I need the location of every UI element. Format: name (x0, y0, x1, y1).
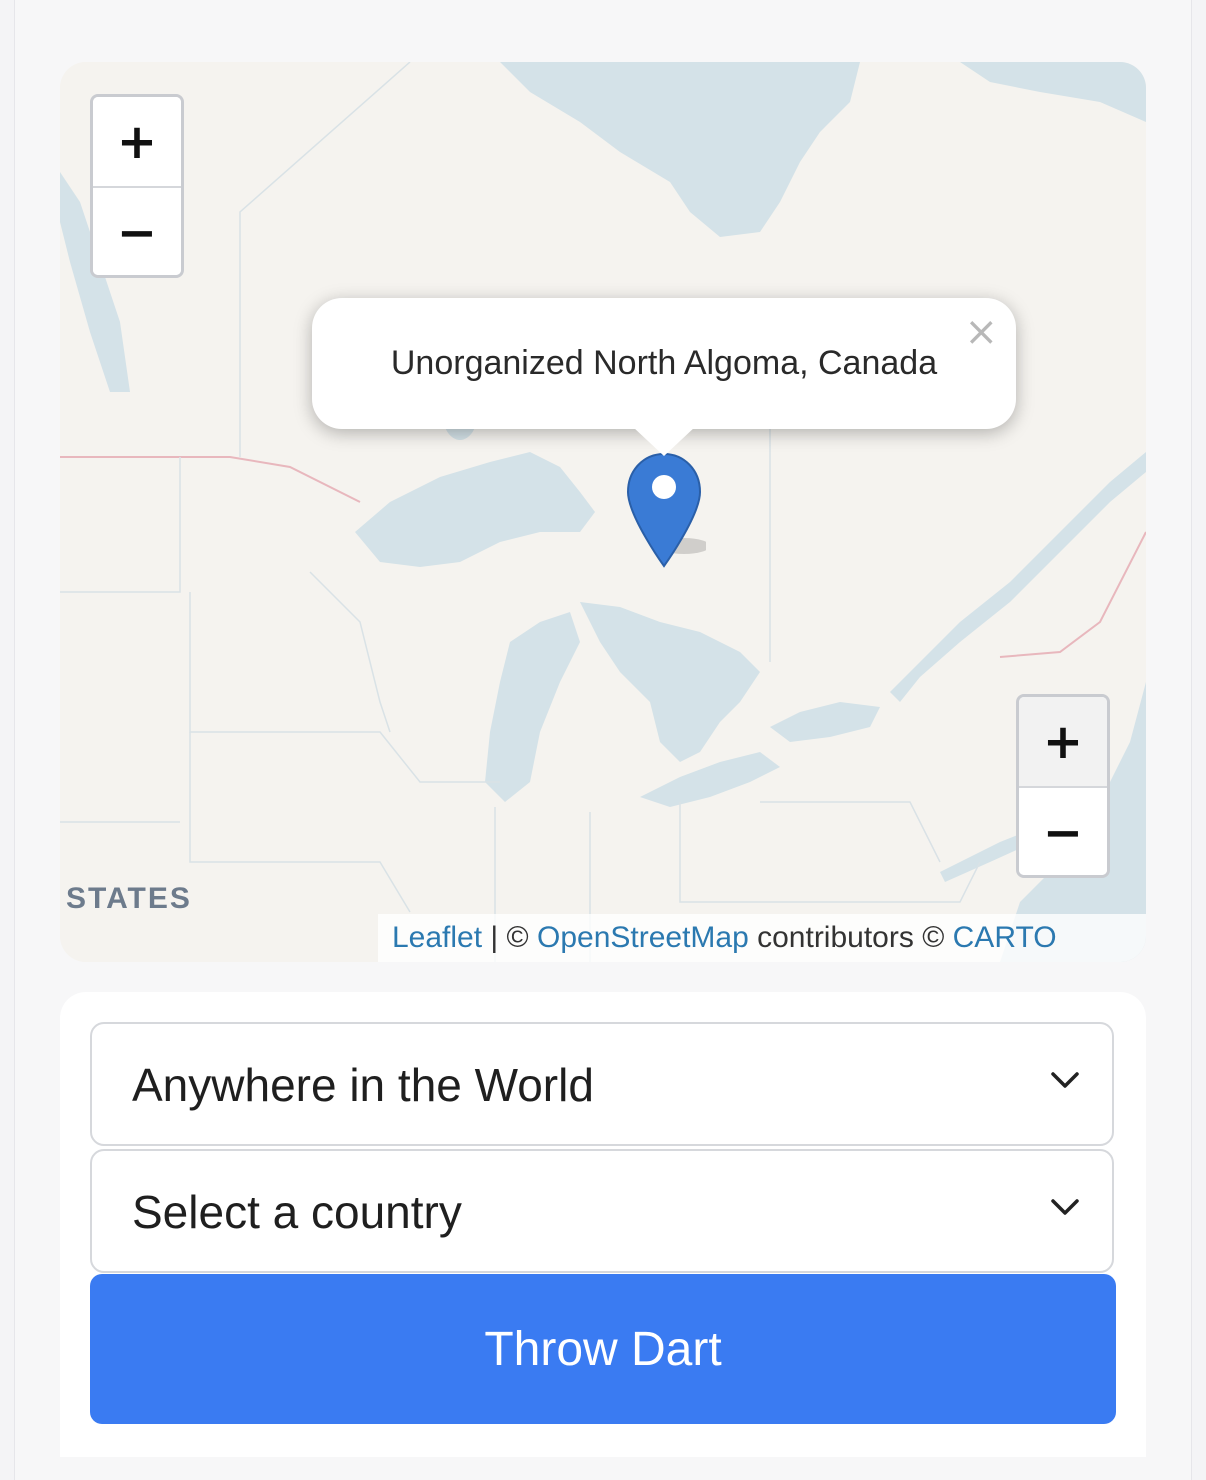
popup-location-text: Unorganized North Algoma, Canada (390, 344, 938, 382)
map-popup: Unorganized North Algoma, Canada × (312, 298, 1016, 456)
region-select-value: Anywhere in the World (132, 1059, 594, 1111)
attribution-separator: | © (482, 921, 537, 954)
leaflet-link[interactable]: Leaflet (392, 921, 482, 955)
zoom-control-top: + − (90, 94, 184, 278)
map-tiles (60, 62, 1146, 962)
chevron-down-icon (1050, 1197, 1080, 1222)
attribution-contributors: contributors © (748, 921, 953, 954)
zoom-in-button[interactable]: + (1019, 697, 1107, 788)
popup-close-icon[interactable]: × (964, 312, 998, 352)
zoom-out-button[interactable]: − (93, 188, 181, 275)
carto-link[interactable]: CARTO (953, 921, 1057, 955)
openstreetmap-link[interactable]: OpenStreetMap (537, 921, 749, 955)
zoom-control-bottom: + − (1016, 694, 1110, 878)
country-select[interactable]: Select a country (90, 1149, 1114, 1273)
zoom-in-button[interactable]: + (93, 97, 181, 188)
country-select-value: Select a country (132, 1186, 462, 1238)
chevron-down-icon (1050, 1070, 1080, 1095)
map-region-label: STATES (66, 882, 192, 915)
popup-tip (632, 426, 696, 456)
controls-panel: Anywhere in the World Select a country T… (60, 992, 1146, 1457)
region-select[interactable]: Anywhere in the World (90, 1022, 1114, 1146)
map-attribution: Leaflet | © OpenStreetMap contributors ©… (378, 914, 1146, 962)
throw-dart-button[interactable]: Throw Dart (90, 1274, 1116, 1424)
zoom-out-button[interactable]: − (1019, 788, 1107, 875)
map-marker-icon[interactable] (626, 450, 710, 579)
map-view[interactable]: + − + − STATES Unorganized North Algoma,… (60, 62, 1146, 962)
